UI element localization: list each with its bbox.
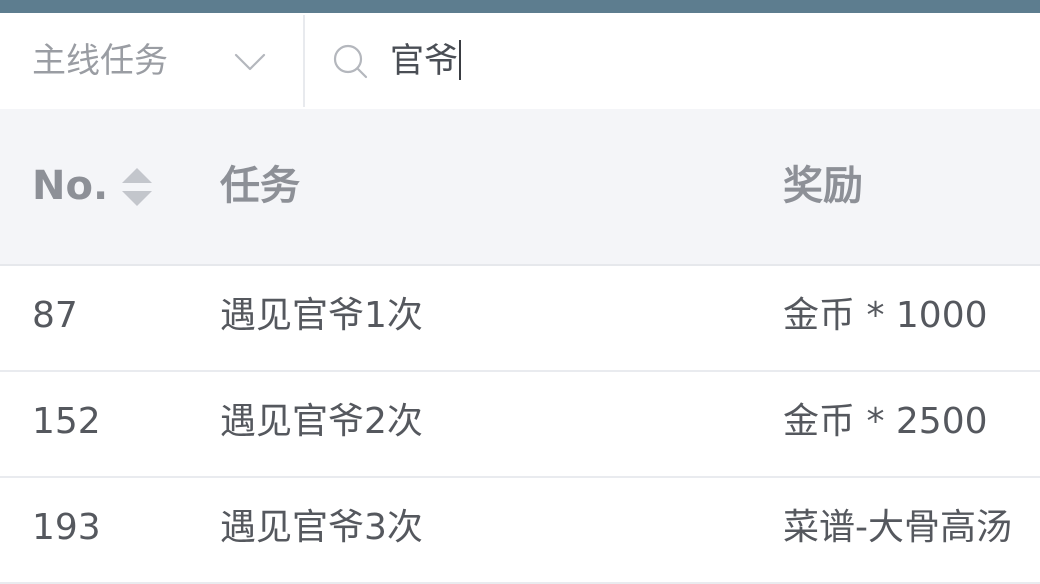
category-select-value: 主线任务 <box>32 41 168 81</box>
cell-reward: 金币 * 1000 <box>783 295 988 336</box>
search-icon <box>332 43 370 81</box>
cell-task: 遇见官爷1次 <box>220 295 423 336</box>
cell-task: 遇见官爷2次 <box>220 401 423 442</box>
cell-no: 193 <box>32 507 101 548</box>
cell-no: 152 <box>32 401 101 442</box>
search-query: 官爷 <box>390 41 458 81</box>
search-input-text[interactable]: 官爷 <box>390 37 461 85</box>
table-row[interactable]: 152 遇见官爷2次 金币 * 2500 <box>0 372 1040 478</box>
search-input[interactable]: 官爷 <box>305 13 1040 109</box>
cell-no: 87 <box>32 295 78 336</box>
column-header-reward: 奖励 <box>783 163 863 209</box>
column-header-no[interactable]: No. <box>32 161 108 211</box>
sort-icon[interactable] <box>120 166 154 208</box>
cell-task: 遇见官爷3次 <box>220 507 423 548</box>
text-caret <box>459 39 461 80</box>
top-bar <box>0 0 1040 13</box>
table-header: No. 任务 奖励 <box>0 109 1040 266</box>
table-row[interactable]: 193 遇见官爷3次 菜谱-大骨高汤 <box>0 478 1040 584</box>
chevron-down-icon <box>233 45 267 79</box>
table-row[interactable]: 87 遇见官爷1次 金币 * 1000 <box>0 266 1040 372</box>
cell-reward: 金币 * 2500 <box>783 401 988 442</box>
filter-bar: 主线任务 官爷 <box>0 13 1040 109</box>
category-select[interactable]: 主线任务 <box>0 13 303 109</box>
cell-reward: 菜谱-大骨高汤 <box>783 507 1012 548</box>
column-header-task: 任务 <box>220 163 300 209</box>
